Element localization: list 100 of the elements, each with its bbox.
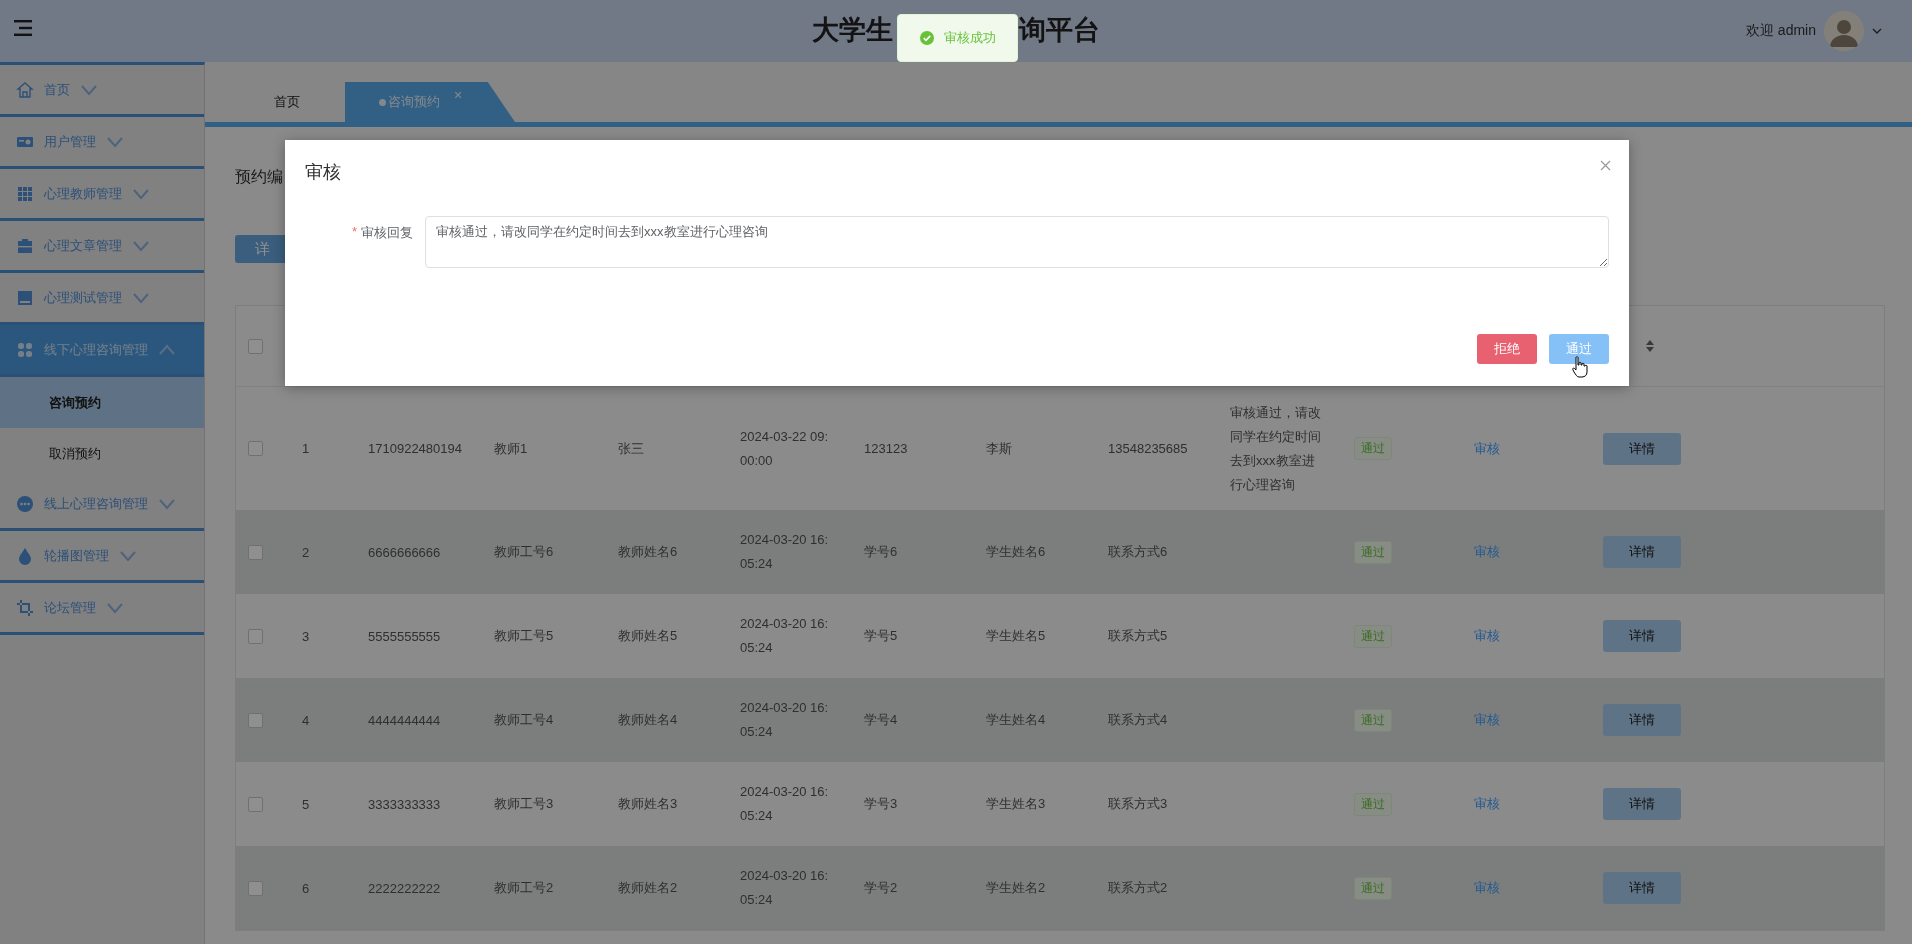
checkbox[interactable] (248, 712, 263, 728)
field-label: 审核回复 (361, 224, 413, 242)
table-cell: 2222222222 (368, 880, 441, 896)
table-cell: 联系方式6 (1108, 544, 1168, 559)
audit-link[interactable]: 审核 (1474, 711, 1500, 729)
field-label: 预约编 (235, 167, 283, 187)
audit-link[interactable]: 审核 (1474, 879, 1500, 897)
checkbox[interactable] (248, 338, 263, 354)
audit-link[interactable]: 审核 (1474, 627, 1500, 645)
detail-button[interactable]: 详情 (1603, 536, 1681, 568)
chat-icon (16, 494, 34, 513)
toast-message: 审核成功 (943, 29, 996, 47)
close-icon[interactable] (1600, 160, 1611, 171)
table-cell: 学号3 (864, 796, 898, 811)
table-cell: 学号2 (864, 880, 898, 895)
status-tag: 通过 (1354, 708, 1392, 732)
check-circle-icon (919, 31, 934, 45)
table-cell: 教师1 (494, 440, 528, 456)
detail-button[interactable]: 详情 (1603, 620, 1681, 652)
table-cell: 6666666666 (368, 544, 441, 560)
detail-button[interactable]: 详情 (1603, 788, 1681, 820)
status-tag: 通过 (1354, 876, 1392, 900)
status-tag: 通过 (1354, 540, 1392, 564)
checkbox[interactable] (248, 796, 263, 812)
grid-icon (16, 184, 34, 203)
table-cell: 联系方式2 (1108, 880, 1168, 895)
home-icon (16, 80, 34, 99)
detail-button[interactable]: 详情 (1603, 432, 1681, 465)
sidebar-item[interactable]: 轮播图管理 (0, 531, 204, 583)
table-cell: 学生姓名2 (986, 880, 1046, 895)
table-cell: 教师姓名3 (618, 796, 678, 811)
table-cell: 13548235685 (1108, 441, 1188, 456)
status-tag: 通过 (1354, 624, 1392, 648)
dot-icon (379, 98, 386, 106)
close-icon[interactable]: × (454, 87, 463, 103)
table-cell: 教师工号3 (494, 796, 554, 811)
drop-icon (16, 546, 34, 565)
table-cell: 教师姓名4 (618, 712, 678, 727)
table-cell-text: 2024-03-20 16:05:24 (740, 783, 830, 825)
table-cell: 学生姓名3 (986, 796, 1046, 811)
table-cell: 学生姓名5 (986, 628, 1046, 643)
tab[interactable]: 咨询预约 × (345, 82, 515, 122)
table-cell: 学生姓名6 (986, 544, 1046, 559)
table-cell-text: 2024-03-20 16:05:24 (740, 867, 830, 909)
checkbox[interactable] (248, 880, 263, 896)
table-cell: 教师工号2 (494, 880, 554, 895)
app-title: 询平台 (1019, 14, 1100, 47)
input-field[interactable]: 审核通过，请改同学在约定时间去到xxx教室进行心理咨询 (425, 216, 1609, 268)
detail-button[interactable]: 详情 (1603, 704, 1681, 736)
hand-cursor-icon (1572, 356, 1588, 378)
submenu-item[interactable]: 咨询预约 (0, 377, 204, 428)
checkbox[interactable] (248, 628, 263, 644)
table-cell-text: 审核通过，请改同学在约定时间去到xxx教室进行心理咨询 (1230, 403, 1322, 494)
sidebar-item[interactable]: 心理文章管理 (0, 221, 204, 273)
sidebar-item[interactable]: 心理教师管理 (0, 169, 204, 221)
table-cell: 3333333333 (368, 796, 441, 812)
four-petal-icon (16, 340, 34, 359)
table-cell: 教师工号5 (494, 628, 554, 643)
welcome-text: 欢迎 admin (1745, 22, 1816, 40)
sidebar-item[interactable]: 用户管理 (0, 117, 204, 169)
sidebar-item[interactable]: 线下心理咨询管理 (0, 325, 204, 377)
menu-icon[interactable] (14, 20, 32, 36)
table-cell-text: 2024-03-20 16:05:24 (740, 531, 830, 573)
table-cell-text: 2024-03-20 16:05:24 (740, 699, 830, 741)
sort-icon[interactable] (1646, 340, 1654, 352)
sidebar-item[interactable]: 论坛管理 (0, 583, 204, 635)
briefcase-icon (16, 236, 34, 255)
required-mark: * (351, 224, 357, 241)
table-cell: 学号6 (864, 544, 898, 559)
tab[interactable]: 首页 (228, 82, 345, 122)
detail-button[interactable]: 详情 (1603, 872, 1681, 904)
table-cell: 李斯 (986, 440, 1012, 456)
table-cell: 1 (302, 441, 310, 456)
approve-button[interactable]: 通过 (1549, 334, 1609, 364)
table-cell: 教师姓名2 (618, 880, 678, 895)
table-cell: 学生姓名4 (986, 712, 1046, 727)
submenu-item[interactable]: 取消预约 (0, 428, 204, 479)
table-cell: 2 (302, 544, 310, 560)
table-cell: 教师工号4 (494, 712, 554, 727)
table-cell: 联系方式5 (1108, 628, 1168, 643)
table-cell: 4444444444 (368, 712, 441, 728)
reject-button[interactable]: 拒绝 (1477, 334, 1537, 364)
dialog-title: 审核 (305, 161, 341, 184)
monitor-icon (16, 288, 34, 307)
checkbox[interactable] (248, 544, 263, 560)
sidebar-item[interactable]: 线上心理咨询管理 (0, 479, 204, 531)
table-cell: 6 (302, 880, 310, 896)
table-cell: 5555555555 (368, 628, 441, 644)
audit-link[interactable]: 审核 (1474, 543, 1500, 561)
audit-link[interactable]: 审核 (1474, 439, 1500, 458)
status-tag: 通过 (1354, 437, 1392, 460)
table-cell: 教师工号6 (494, 544, 554, 559)
app-title: 大学生 (812, 14, 893, 47)
table-cell: 教师姓名6 (618, 544, 678, 559)
table-cell-text: 2024-03-20 16:05:24 (740, 615, 830, 657)
checkbox[interactable] (248, 441, 263, 456)
crop-icon (16, 598, 34, 617)
caret-icon[interactable] (1872, 28, 1882, 34)
audit-link[interactable]: 审核 (1474, 795, 1500, 813)
status-tag: 通过 (1354, 792, 1392, 816)
